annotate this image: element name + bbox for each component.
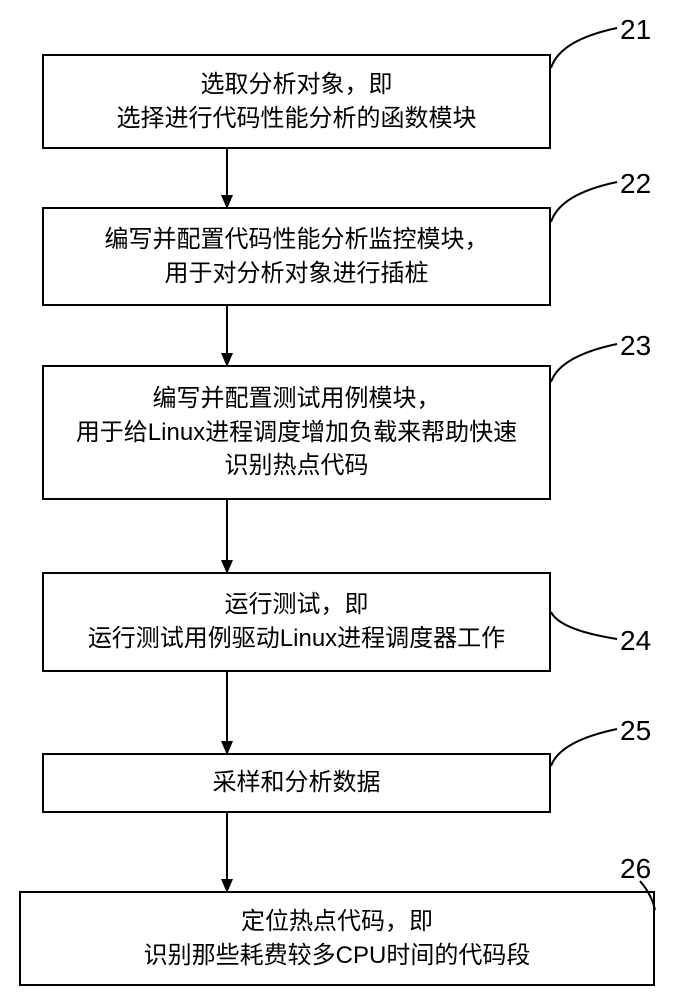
step-21-line2: 选择进行代码性能分析的函数模块 (117, 102, 477, 136)
step-number-22: 22 (620, 168, 651, 200)
step-26-line2: 识别那些耗费较多CPU时间的代码段 (144, 939, 531, 973)
step-box-21: 选取分析对象，即 选择进行代码性能分析的函数模块 (42, 54, 551, 149)
step-23-line2: 用于给Linux进程调度增加负载来帮助快速 (76, 416, 517, 450)
step-box-26: 定位热点代码，即 识别那些耗费较多CPU时间的代码段 (19, 891, 655, 986)
step-number-24: 24 (620, 625, 651, 657)
step-22-line1: 编写并配置代码性能分析监控模块， (105, 223, 489, 257)
step-26-line1: 定位热点代码，即 (241, 905, 433, 939)
step-22-line2: 用于对分析对象进行插桩 (165, 257, 429, 291)
step-24-line1: 运行测试，即 (225, 588, 369, 622)
step-box-24: 运行测试，即 运行测试用例驱动Linux进程调度器工作 (42, 572, 551, 672)
step-25-line1: 采样和分析数据 (213, 766, 381, 800)
step-23-line1: 编写并配置测试用例模块， (153, 382, 441, 416)
flowchart-canvas: 选取分析对象，即 选择进行代码性能分析的函数模块 编写并配置代码性能分析监控模块… (0, 0, 687, 1000)
connectors-svg (0, 0, 687, 1000)
step-number-25: 25 (620, 715, 651, 747)
step-23-line3: 识别热点代码 (225, 449, 369, 483)
step-number-21: 21 (620, 14, 651, 46)
step-box-22: 编写并配置代码性能分析监控模块， 用于对分析对象进行插桩 (42, 207, 551, 306)
step-box-25: 采样和分析数据 (42, 753, 551, 813)
step-number-23: 23 (620, 330, 651, 362)
step-number-26: 26 (620, 853, 651, 885)
step-box-23: 编写并配置测试用例模块， 用于给Linux进程调度增加负载来帮助快速 识别热点代… (42, 365, 551, 500)
step-21-line1: 选取分析对象，即 (201, 68, 393, 102)
step-24-line2: 运行测试用例驱动Linux进程调度器工作 (88, 622, 505, 656)
